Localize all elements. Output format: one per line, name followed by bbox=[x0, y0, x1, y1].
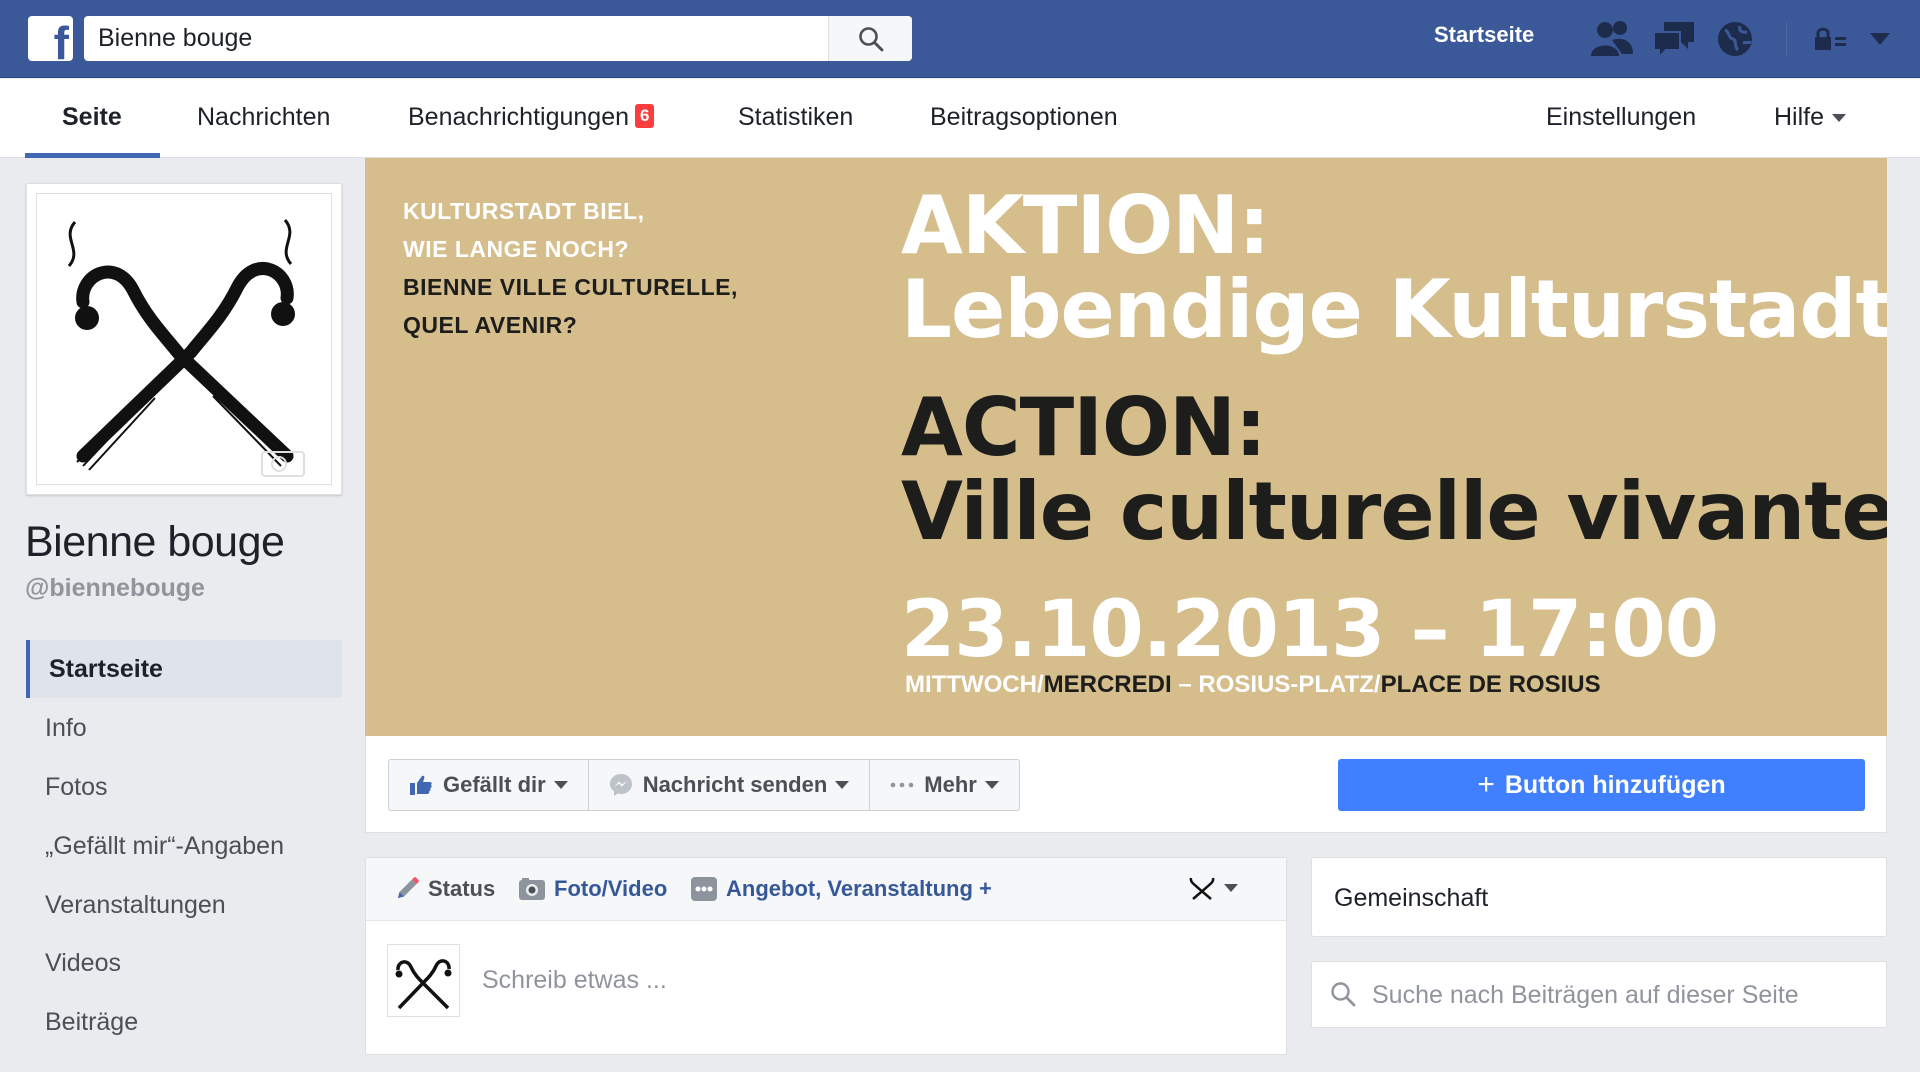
account-menu-caret-icon[interactable] bbox=[1858, 18, 1902, 60]
cover-question-de: KULTURSTADT BIEL, WIE LANGE NOCH? bbox=[403, 192, 644, 268]
messages-icon[interactable] bbox=[1652, 18, 1696, 60]
plus-icon: + bbox=[1477, 768, 1495, 801]
top-home-link[interactable]: Startseite bbox=[1434, 22, 1534, 48]
composer-tab-photo-video-label: Foto/Video bbox=[554, 876, 668, 901]
page-title[interactable]: Bienne bouge bbox=[25, 518, 285, 567]
send-message-button[interactable]: Nachricht senden bbox=[589, 760, 871, 810]
tab-benachrichtigungen-label: Benachrichtigungen bbox=[408, 103, 629, 131]
global-search-box bbox=[84, 16, 912, 61]
facebook-logo-icon[interactable]: f bbox=[28, 16, 73, 61]
crossed-matches-logo-icon bbox=[67, 219, 305, 477]
cover-headline-de-line2: Lebendige Kulturstadt. bbox=[901, 263, 1887, 356]
cover-day-de: MITTWOCH/ bbox=[905, 671, 1044, 698]
post-as-selector[interactable] bbox=[1188, 876, 1238, 900]
friends-icon[interactable] bbox=[1590, 18, 1634, 60]
offer-event-icon bbox=[690, 876, 718, 902]
active-tab-indicator bbox=[25, 153, 160, 158]
composer-tab-offer-event-label: Angebot, Veranstaltung + bbox=[726, 876, 992, 901]
tab-hilfe[interactable]: Hilfe bbox=[1774, 103, 1847, 132]
notifications-globe-icon[interactable] bbox=[1713, 18, 1757, 60]
more-button[interactable]: Mehr bbox=[870, 760, 1019, 810]
composer-tab-photo-video[interactable]: Foto/Video bbox=[518, 876, 667, 902]
page-management-nav: Seite Nachrichten Benachrichtigungen 6 St… bbox=[0, 79, 1920, 158]
search-icon bbox=[1330, 981, 1356, 1012]
cover-question-de-line1: KULTURSTADT BIEL, bbox=[403, 198, 645, 224]
thumbs-up-icon bbox=[409, 774, 433, 796]
composer-tab-offer-event[interactable]: Angebot, Veranstaltung + bbox=[690, 876, 992, 902]
community-card-title: Gemeinschaft bbox=[1334, 884, 1489, 912]
post-composer: Status Foto/Video Angebot, Veranstaltung… bbox=[365, 857, 1287, 1055]
top-separator bbox=[1786, 22, 1787, 56]
sidebar-item-veranstaltungen[interactable]: Veranstaltungen bbox=[26, 876, 342, 934]
add-button-label: Button hinzufügen bbox=[1504, 770, 1726, 799]
cover-headline-fr: ACTION: Ville culturelle vivante. bbox=[901, 386, 1887, 554]
community-card[interactable]: Gemeinschaft bbox=[1311, 857, 1887, 937]
tab-nachrichten[interactable]: Nachrichten bbox=[197, 103, 330, 132]
chevron-down-icon bbox=[835, 781, 850, 789]
composer-tab-status-label: Status bbox=[428, 876, 496, 901]
page-username[interactable]: @biennebouge bbox=[25, 574, 205, 603]
top-navigation-bar: f Startseite bbox=[0, 0, 1920, 78]
cover-event-location: MITTWOCH/MERCREDI – ROSIUS-PLATZ/PLACE D… bbox=[905, 670, 1601, 700]
add-button-button[interactable]: + Button hinzufügen bbox=[1338, 759, 1865, 811]
cover-question-fr-line2: QUEL AVENIR? bbox=[403, 312, 578, 338]
tab-seite[interactable]: Seite bbox=[62, 103, 122, 132]
chevron-down-icon bbox=[553, 781, 568, 789]
chevron-down-icon bbox=[984, 781, 999, 789]
cover-place-fr: PLACE DE ROSIUS bbox=[1380, 671, 1601, 698]
cover-question-de-line2: WIE LANGE NOCH? bbox=[403, 236, 629, 262]
cover-place-de: – ROSIUS-PLATZ/ bbox=[1171, 671, 1381, 698]
messenger-icon bbox=[609, 773, 633, 797]
tab-hilfe-label: Hilfe bbox=[1774, 103, 1825, 131]
chevron-down-icon bbox=[1224, 884, 1238, 892]
cover-question-fr-line1: BIENNE VILLE CULTURELLE, bbox=[403, 274, 738, 300]
tab-statistiken[interactable]: Statistiken bbox=[738, 103, 853, 132]
page-post-search-input[interactable] bbox=[1372, 974, 1872, 1016]
pencil-icon bbox=[394, 876, 420, 902]
crossed-matches-avatar-icon bbox=[395, 959, 452, 1010]
sidebar-item-beitraege[interactable]: Beiträge bbox=[26, 993, 342, 1051]
tab-benachrichtigungen[interactable]: Benachrichtigungen 6 bbox=[408, 103, 655, 132]
profile-picture-frame bbox=[36, 193, 332, 485]
composer-text-input[interactable] bbox=[482, 960, 1242, 1000]
cover-question-fr: BIENNE VILLE CULTURELLE, QUEL AVENIR? bbox=[403, 268, 738, 344]
cover-event-date: 23.10.2013 – 17:00 bbox=[901, 585, 1719, 675]
global-search-input[interactable] bbox=[84, 16, 828, 61]
page-post-search bbox=[1311, 961, 1887, 1028]
sidebar-item-gefaellt-mir[interactable]: „Gefällt mir“-Angaben bbox=[26, 817, 342, 875]
page-avatar-mini-icon bbox=[1189, 877, 1215, 900]
cover-day-fr: MERCREDI bbox=[1043, 671, 1172, 698]
privacy-lock-icon[interactable] bbox=[1808, 18, 1852, 60]
sidebar-item-info[interactable]: Info bbox=[26, 699, 342, 757]
profile-picture[interactable] bbox=[26, 183, 342, 495]
cover-headline-de-line1: AKTION: bbox=[901, 179, 1270, 272]
notification-count-badge: 6 bbox=[635, 104, 655, 129]
logo-letter: f bbox=[53, 17, 69, 61]
sidebar-item-fotos[interactable]: Fotos bbox=[26, 758, 342, 816]
page-action-buttons: Gefällt dir Nachricht senden Mehr bbox=[388, 759, 1020, 811]
composer-tabs: Status Foto/Video Angebot, Veranstaltung… bbox=[366, 858, 1286, 921]
sidebar-item-videos[interactable]: Videos bbox=[26, 934, 342, 992]
tab-einstellungen[interactable]: Einstellungen bbox=[1546, 103, 1696, 132]
more-dots-icon bbox=[890, 782, 914, 788]
camera-icon bbox=[518, 877, 546, 901]
cover-photo[interactable]: KULTURSTADT BIEL, WIE LANGE NOCH? BIENNE… bbox=[365, 158, 1887, 736]
cover-headline-de: AKTION: Lebendige Kulturstadt. bbox=[901, 184, 1887, 352]
composer-page-avatar bbox=[387, 944, 460, 1017]
more-button-label: Mehr bbox=[924, 772, 977, 797]
cover-headline-fr-line2: Ville culturelle vivante. bbox=[901, 465, 1887, 558]
send-message-label: Nachricht senden bbox=[642, 772, 828, 797]
search-icon bbox=[858, 26, 883, 51]
search-button[interactable] bbox=[828, 16, 912, 61]
cover-headline-fr-line1: ACTION: bbox=[901, 381, 1267, 474]
like-button[interactable]: Gefällt dir bbox=[389, 760, 589, 810]
composer-tab-status[interactable]: Status bbox=[394, 876, 495, 902]
tab-beitragsoptionen[interactable]: Beitragsoptionen bbox=[930, 103, 1118, 132]
sidebar-item-startseite[interactable]: Startseite bbox=[26, 640, 342, 698]
page-action-bar: Gefällt dir Nachricht senden Mehr + Butt… bbox=[365, 736, 1887, 833]
chevron-down-icon bbox=[1832, 114, 1847, 123]
like-button-label: Gefällt dir bbox=[443, 772, 546, 797]
